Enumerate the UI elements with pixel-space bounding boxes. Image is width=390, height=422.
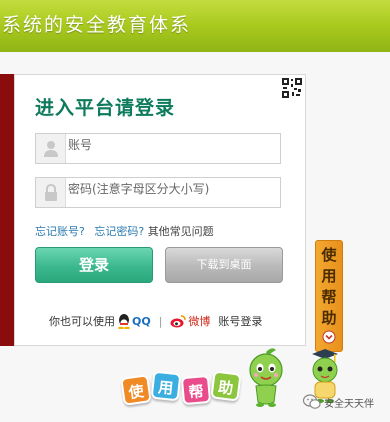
header-title: 系统的安全教育体系: [2, 14, 192, 36]
social-separator: |: [158, 314, 163, 328]
help-banner-tile: 用: [150, 370, 182, 402]
forgot-account-link[interactable]: 忘记账号?: [35, 225, 85, 238]
help-side-tab[interactable]: 使 用 帮 助: [315, 240, 343, 352]
help-tab-char: 使: [321, 246, 337, 264]
qr-code-corner[interactable]: [265, 75, 305, 115]
login-button[interactable]: 登录: [35, 247, 153, 283]
chevron-down-icon: [322, 330, 336, 344]
faq-link[interactable]: 其他常见问题: [148, 225, 214, 238]
download-to-desktop-button[interactable]: 下载到桌面: [165, 247, 283, 283]
help-banner-tile: 助: [210, 370, 242, 402]
weibo-icon[interactable]: [170, 314, 187, 328]
footer-label: 安全天天伴: [324, 398, 374, 410]
password-field: [35, 177, 281, 208]
user-icon: [44, 141, 58, 157]
help-banner-tile: 帮: [180, 374, 212, 406]
username-input[interactable]: [68, 134, 278, 163]
qr-code-icon: [281, 77, 303, 99]
help-links: 忘记账号? 忘记密码? 其他常见问题: [35, 223, 214, 239]
social-login: 你也可以使用 QQ | 微博 账号登录: [49, 313, 262, 329]
mascot-green-icon: [249, 348, 283, 407]
social-prefix: 你也可以使用: [49, 315, 115, 328]
wechat-icon: [303, 394, 321, 409]
lock-icon: [45, 184, 57, 201]
social-suffix: 账号登录: [218, 315, 263, 328]
help-tab-char: 用: [321, 267, 337, 285]
footer-watermark: 安全天天伴: [303, 394, 374, 410]
help-tab-char: 帮: [321, 288, 337, 306]
forgot-password-link[interactable]: 忘记密码?: [94, 225, 144, 238]
left-accent-strip: [0, 74, 14, 346]
password-input[interactable]: [68, 178, 278, 207]
weibo-login-link[interactable]: 微博: [188, 313, 210, 329]
login-card: 进入平台请登录 忘记账号? 忘记密码? 其他常见问题 登录 下载到桌面 你也可以…: [14, 74, 306, 346]
help-tab-char: 助: [321, 309, 337, 327]
username-field: [35, 133, 281, 164]
header-banner: 系统的安全教育体系: [0, 0, 390, 52]
qq-icon[interactable]: [117, 313, 131, 329]
help-banner-tile: 使: [120, 374, 152, 406]
login-title: 进入平台请登录: [35, 97, 176, 119]
qq-login-link[interactable]: QQ: [132, 315, 151, 328]
